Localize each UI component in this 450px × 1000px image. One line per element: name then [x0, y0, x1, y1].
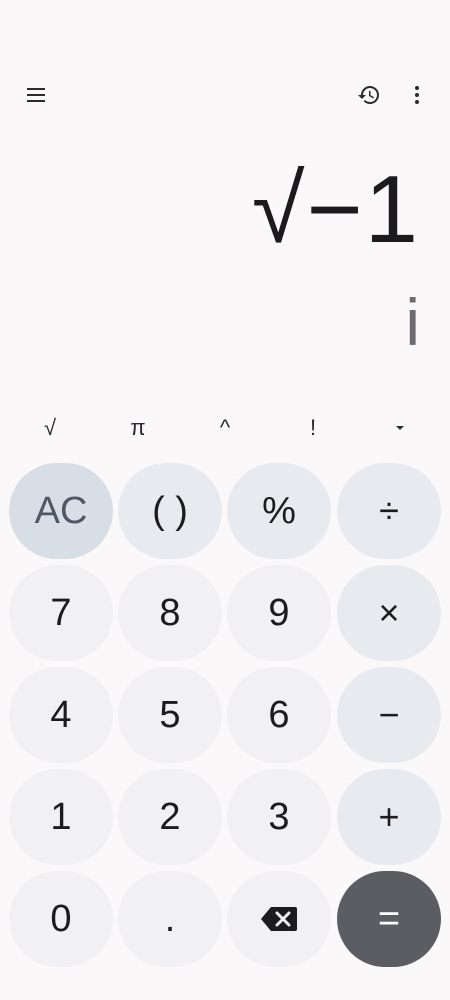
digit-3-button[interactable]: 3	[227, 769, 331, 865]
parentheses-button[interactable]: ( )	[118, 463, 222, 559]
digit-8-button[interactable]: 8	[118, 565, 222, 661]
digit-7-button[interactable]: 7	[9, 565, 113, 661]
digit-4-button[interactable]: 4	[9, 667, 113, 763]
menu-icon	[27, 88, 45, 102]
minus-button[interactable]: −	[337, 667, 441, 763]
digit-0-button[interactable]: 0	[9, 871, 113, 967]
divide-button[interactable]: ÷	[337, 463, 441, 559]
equals-button[interactable]: =	[337, 871, 441, 967]
decimal-button[interactable]: .	[118, 871, 222, 967]
more-options-button[interactable]	[397, 75, 437, 115]
digit-6-button[interactable]: 6	[227, 667, 331, 763]
digit-2-button[interactable]: 2	[118, 769, 222, 865]
plus-button[interactable]: +	[337, 769, 441, 865]
expression-display[interactable]: √−1	[252, 150, 420, 270]
backspace-icon	[261, 907, 297, 931]
expand-arrow-icon	[396, 426, 404, 430]
power-button[interactable]: ^	[195, 404, 255, 452]
history-icon	[358, 86, 379, 104]
result-display: i	[405, 285, 420, 359]
percent-button[interactable]: %	[227, 463, 331, 559]
digit-1-button[interactable]: 1	[9, 769, 113, 865]
multiply-button[interactable]: ×	[337, 565, 441, 661]
factorial-button[interactable]: !	[283, 404, 343, 452]
history-button[interactable]	[349, 75, 389, 115]
sqrt-button[interactable]: √	[20, 404, 80, 452]
pi-button[interactable]: π	[108, 404, 168, 452]
digit-5-button[interactable]: 5	[118, 667, 222, 763]
menu-button[interactable]	[17, 75, 57, 115]
clear-button[interactable]: AC	[9, 463, 113, 559]
backspace-button[interactable]	[227, 871, 331, 967]
digit-9-button[interactable]: 9	[227, 565, 331, 661]
scientific-row: √ π ^ !	[0, 404, 450, 452]
expand-button[interactable]	[370, 404, 430, 452]
more-vert-icon	[415, 86, 419, 104]
